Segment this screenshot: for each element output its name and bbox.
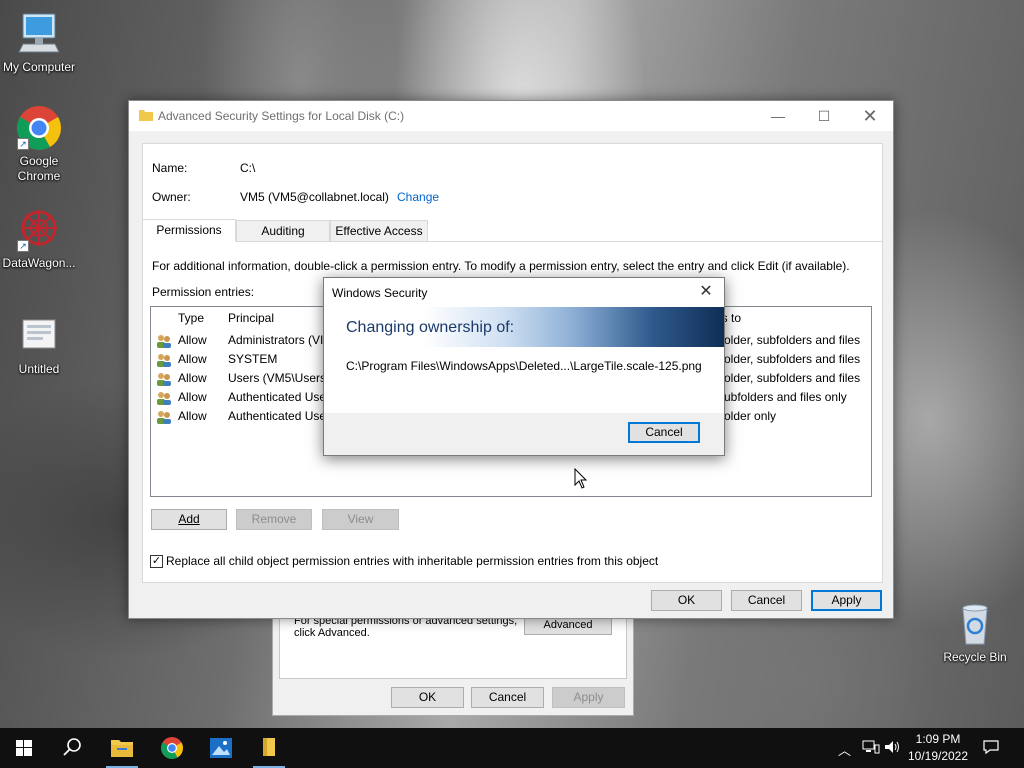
row-type: Allow	[178, 352, 207, 366]
view-button[interactable]: View	[322, 509, 399, 530]
row-type: Allow	[178, 333, 207, 347]
row-principal: Users (VM5\Users)	[228, 371, 331, 385]
taskbar: ︿ 1:09 PM 10/19/2022	[0, 728, 1024, 768]
file-explorer-icon	[111, 740, 133, 757]
row-applies-to: older, subfolders and files	[724, 333, 861, 347]
owner-label: Owner:	[152, 190, 191, 204]
folder-icon	[263, 738, 275, 756]
row-type: Allow	[178, 371, 207, 385]
tray-overflow-chevron-icon[interactable]: ︿	[838, 740, 851, 759]
row-applies-to: older only	[724, 409, 777, 423]
desktop-icon-google-chrome[interactable]: ↗ Google Chrome	[1, 104, 77, 184]
properties-cancel-button[interactable]: Cancel	[471, 687, 544, 708]
users-icon	[156, 410, 172, 424]
column-header-principal[interactable]: Principal	[228, 311, 274, 325]
document-icon	[15, 312, 63, 360]
row-applies-to: older, subfolders and files	[724, 371, 861, 385]
shortcut-arrow-icon: ↗	[17, 240, 29, 252]
mouse-cursor-icon	[574, 467, 588, 490]
window-title: Advanced Security Settings for Local Dis…	[158, 109, 405, 123]
datawagon-icon: ↗	[15, 206, 63, 254]
current-file-path: C:\Program Files\WindowsApps\Deleted...\…	[346, 359, 702, 373]
desktop-icon-datawagon[interactable]: ↗ DataWagon...	[1, 206, 77, 271]
window-titlebar[interactable]: Advanced Security Settings for Local Dis…	[129, 101, 893, 131]
info-text: For additional information, double-click…	[152, 259, 850, 273]
remove-button[interactable]: Remove	[236, 509, 312, 530]
taskbar-photos[interactable]	[197, 728, 245, 768]
photos-icon	[210, 738, 232, 758]
tab-auditing[interactable]: Auditing	[236, 220, 330, 242]
name-label: Name:	[152, 161, 188, 175]
desktop-icon-label: My Computer	[2, 60, 76, 74]
properties-panel: For special permissions or advanced sett…	[279, 611, 627, 679]
minimize-button[interactable]: —	[755, 101, 801, 131]
windows-logo-icon	[16, 740, 32, 756]
tab-permissions[interactable]: Permissions	[142, 219, 236, 242]
computer-icon	[15, 10, 63, 58]
properties-apply-button[interactable]: Apply	[552, 687, 625, 708]
folder-icon	[139, 109, 153, 121]
dialog-title: Windows Security	[332, 286, 428, 300]
row-principal: Administrators (VI	[228, 333, 324, 347]
apply-button[interactable]: Apply	[811, 590, 882, 611]
taskbar-security-folder[interactable]	[245, 728, 293, 768]
local-disk-properties-dialog: For special permissions or advanced sett…	[272, 610, 634, 716]
chrome-icon	[161, 737, 183, 759]
row-type: Allow	[178, 390, 207, 404]
row-principal: Authenticated Use	[228, 409, 327, 423]
maximize-button[interactable]: ☐	[801, 101, 847, 131]
desktop-icon-label: Google Chrome	[17, 154, 61, 183]
name-value: C:\	[240, 161, 256, 175]
desktop-icon-untitled[interactable]: Untitled	[1, 312, 77, 377]
close-button[interactable]: ✕	[847, 101, 893, 131]
properties-ok-button[interactable]: OK	[391, 687, 464, 708]
desktop-icon-my-computer[interactable]: My Computer	[1, 10, 77, 75]
search-icon	[63, 738, 81, 756]
permission-entries-label: Permission entries:	[152, 285, 255, 299]
dialog-titlebar[interactable]: Windows Security ✕	[324, 278, 724, 307]
dialog-cancel-button[interactable]: Cancel	[628, 422, 700, 443]
volume-icon[interactable]	[884, 739, 902, 758]
cancel-button[interactable]: Cancel	[731, 590, 802, 611]
clock-date[interactable]: 10/19/2022	[906, 749, 970, 763]
tab-effective-access[interactable]: Effective Access	[330, 220, 428, 242]
dialog-heading: Changing ownership of:	[346, 319, 515, 336]
change-owner-link[interactable]: Change	[397, 190, 439, 204]
row-principal: SYSTEM	[228, 352, 278, 366]
users-icon	[156, 391, 172, 405]
notifications-icon[interactable]	[980, 739, 1002, 758]
recycle-bin-icon	[951, 600, 999, 648]
row-applies-to: older, subfolders and files	[724, 352, 861, 366]
replace-permissions-label[interactable]: Replace all child object permission entr…	[166, 554, 658, 568]
dialog-body: C:\Program Files\WindowsApps\Deleted...\…	[324, 347, 724, 413]
desktop-icon-label: Recycle Bin	[943, 650, 1007, 664]
row-principal: Authenticated Use	[228, 390, 327, 404]
desktop-icon-recycle-bin[interactable]: Recycle Bin	[937, 600, 1013, 665]
clock-time[interactable]: 1:09 PM	[906, 732, 970, 746]
windows-security-dialog: Windows Security ✕ Changing ownership of…	[323, 277, 725, 456]
row-applies-to: ubfolders and files only	[724, 390, 847, 404]
dialog-banner: Changing ownership of:	[324, 307, 724, 347]
taskbar-file-explorer[interactable]	[98, 728, 146, 768]
shortcut-arrow-icon: ↗	[17, 138, 29, 150]
desktop-icon-label: Untitled	[18, 362, 60, 376]
replace-permissions-checkbox[interactable]: ✓	[150, 555, 163, 568]
chrome-icon: ↗	[15, 104, 63, 152]
desktop-icon-label: DataWagon...	[2, 256, 76, 270]
row-type: Allow	[178, 409, 207, 423]
ok-button[interactable]: OK	[651, 590, 722, 611]
taskbar-chrome[interactable]	[148, 728, 196, 768]
dialog-close-icon[interactable]: ✕	[696, 282, 716, 302]
owner-value: VM5 (VM5@collabnet.local)	[240, 190, 389, 204]
users-icon	[156, 353, 172, 367]
network-icon[interactable]	[862, 739, 880, 758]
users-icon	[156, 372, 172, 386]
users-icon	[156, 334, 172, 348]
start-button[interactable]	[0, 728, 48, 768]
column-header-type[interactable]: Type	[178, 311, 204, 325]
add-button[interactable]: Add	[151, 509, 227, 530]
search-button[interactable]	[48, 728, 96, 768]
